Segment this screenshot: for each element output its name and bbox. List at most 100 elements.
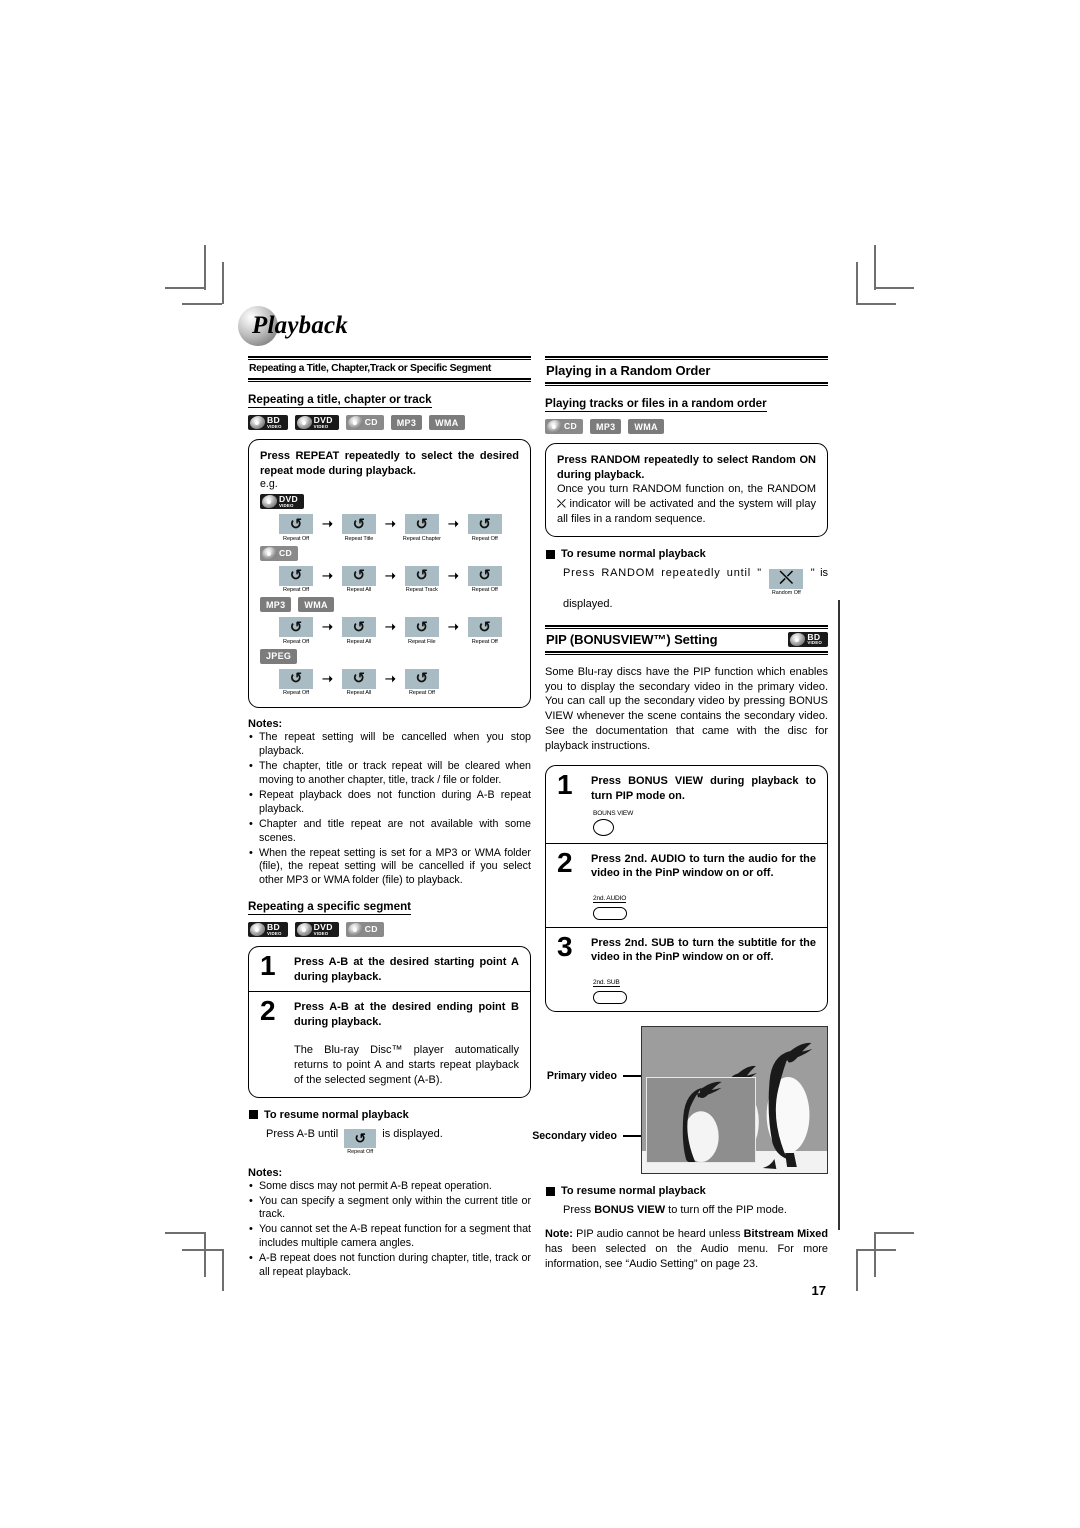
- page-number: 17: [811, 1282, 826, 1298]
- section-rule-bottom: [545, 382, 828, 386]
- repeat-icon: ↺: [341, 514, 376, 535]
- resume-heading-text: To resume normal playback: [561, 1185, 706, 1198]
- disc-badges-repeat: BD VIDEO DVD VIDEO CD MP3 WMA: [248, 415, 531, 430]
- badge-bd: BD VIDEO: [788, 631, 828, 647]
- primary-video-text: Primary video: [546, 1070, 617, 1083]
- step-3: 3 Press 2nd. SUB to turn the subtitle fo…: [546, 926, 827, 1011]
- repeat-icon: ↺: [279, 617, 313, 638]
- figure-labels: Primary video Secondary video: [532, 1026, 641, 1174]
- crop-mark-br-h2: [856, 1249, 896, 1251]
- note-text-c: has been selected on the Audio menu. For…: [545, 1243, 828, 1271]
- random-body-text: Once you turn RANDOM function on, the RA…: [557, 482, 816, 527]
- flow-row: ↺ Repeat Off ➝ ↺ Repeat All ➝ ↺ Repeat File…: [274, 617, 519, 645]
- flow-label: Repeat All: [346, 690, 372, 697]
- flow-label: Repeat Off: [408, 690, 435, 697]
- crop-mark-tr-h: [874, 287, 914, 289]
- shuffle-glyph: ⤬: [769, 568, 804, 589]
- flow-item: ↺ Repeat Off: [400, 668, 444, 697]
- resume-normal-playback-heading: To resume normal playback: [249, 1109, 531, 1121]
- flow-label: Repeat Off: [283, 690, 309, 697]
- subheading-random-order: Playing tracks or files in a random orde…: [545, 397, 767, 412]
- flow-item: ↺ Repeat Off: [274, 565, 318, 593]
- disc-badges-random: CD MP3 WMA: [545, 419, 828, 434]
- key-button-shape[interactable]: [593, 818, 614, 836]
- flow-row: ↺ Repeat Off ➝ ↺ Repeat All ➝ ↺ Repeat Trac…: [274, 565, 519, 594]
- flow-item: ↺ Repeat All: [337, 617, 381, 645]
- flow-item: ↺ Repeat All: [337, 565, 381, 594]
- disc-icon: [546, 420, 563, 433]
- crop-mark-tl-v: [204, 245, 206, 290]
- arrow-icon: ➝: [322, 619, 333, 635]
- flow-group-dvd: DVD VIDEO ↺ Repeat Off ➝ ↺ Repeat Title ➝ ↺…: [260, 494, 519, 542]
- square-bullet-icon: [546, 549, 555, 559]
- repeat-instruction-box: Press REPEAT repeatedly to select the de…: [248, 439, 531, 709]
- disc-icon: [261, 546, 278, 560]
- step-number: 1: [557, 769, 573, 801]
- step-text: Press 2nd. AUDIO to turn the audio for t…: [591, 852, 816, 880]
- disc-icon: [295, 923, 313, 937]
- key-button-shape[interactable]: [593, 906, 627, 920]
- disc-icon: [295, 416, 313, 429]
- resume-instruction-random: Press RANDOM repeatedly until " ⤬ Random…: [545, 566, 828, 612]
- note-item: A-B repeat does not function during chap…: [248, 1251, 531, 1280]
- document-page: Playback Repeating a Title, Chapter,Trac…: [0, 0, 1080, 1528]
- badge-dvd: DVD VIDEO: [294, 922, 339, 938]
- pip-figure: Primary video Secondary video: [532, 1026, 828, 1175]
- trim-line-right: [838, 600, 840, 1230]
- badge-cd: CD: [260, 545, 299, 561]
- flow-row: ↺ Repeat Off ➝ ↺ Repeat Title ➝ ↺ Repeat Ch…: [274, 514, 519, 542]
- badge-dvd: DVD VIDEO: [260, 494, 305, 510]
- badge-mp3: MP3: [590, 419, 622, 434]
- arrow-icon: ➝: [384, 619, 396, 635]
- step-number: 1: [260, 950, 276, 982]
- flow-group-jpeg: JPEG ↺ Repeat Off ➝ ↺ Repeat All ➝ ↺ Repeat…: [260, 648, 519, 697]
- notes-label: Notes:: [248, 718, 283, 731]
- step-text: Press BONUS VIEW during playback to turn…: [591, 775, 816, 802]
- primary-video-label: Primary video: [547, 1070, 641, 1082]
- crop-mark-br-v2: [856, 1249, 858, 1291]
- flow-item: ↺ Repeat Title: [337, 514, 381, 542]
- step-1: 1 Press BONUS VIEW during playback to tu…: [546, 766, 827, 842]
- pip-intro-text: Some Blu-ray discs have the PIP function…: [545, 665, 828, 753]
- repeat-icon: ↺: [467, 565, 502, 586]
- badge-cd: CD: [345, 922, 384, 938]
- badge-mp3: MP3: [390, 415, 423, 430]
- note-label: Note:: [545, 1228, 573, 1241]
- repeat-icon-label: Repeat Off: [347, 1149, 374, 1156]
- flow-label: Repeat All: [346, 587, 372, 594]
- steps-ab-repeat: 1 Press A-B at the desired starting poin…: [248, 946, 531, 1098]
- crop-mark-bl-h2: [182, 1249, 222, 1251]
- disc-icon: [347, 416, 364, 429]
- flow-group-mp3-wma: MP3 WMA ↺ Repeat Off ➝ ↺ Repeat All ➝ ↺ Rep…: [260, 597, 519, 645]
- crop-mark-tl-h2: [182, 303, 222, 305]
- flow-item: ↺ Repeat Off: [274, 668, 318, 697]
- remote-key-2nd-sub[interactable]: 2nd. SUB: [591, 971, 816, 1005]
- key-button-shape[interactable]: [593, 991, 627, 1005]
- crop-mark-br-h: [874, 1232, 914, 1234]
- resume-pre-text: Press RANDOM repeatedly until ": [563, 567, 762, 580]
- secondary-video-label: Secondary video: [532, 1130, 641, 1142]
- flow-label: Repeat Off: [471, 535, 498, 542]
- chapter-title-text: Playback: [252, 312, 349, 339]
- leader-line: [623, 1135, 641, 1137]
- flow-label: Repeat Off: [283, 535, 309, 542]
- remote-key-2nd-audio[interactable]: 2nd. AUDIO: [591, 887, 816, 920]
- steps-pip: 1 Press BONUS VIEW during playback to tu…: [545, 765, 828, 1013]
- chapter-title: Playback: [238, 300, 828, 350]
- page-content: Playback Repeating a Title, Chapter,Trac…: [238, 300, 828, 1298]
- penguin-illustration: [641, 1026, 828, 1175]
- arrow-icon: ➝: [384, 567, 396, 583]
- left-column: Repeating a Title, Chapter,Track or Spec…: [248, 356, 531, 1298]
- resume-post-text: to turn off the PIP mode.: [665, 1204, 787, 1217]
- arrow-icon: ➝: [447, 516, 459, 532]
- crop-mark-tr-v2: [856, 262, 858, 304]
- repeat-icon: ↺: [404, 514, 439, 535]
- flow-row: ↺ Repeat Off ➝ ↺ Repeat All ➝ ↺ Repeat Off: [274, 668, 519, 697]
- remote-key-bonus-view[interactable]: BOUNS VIEW: [591, 810, 816, 836]
- step-2: 2 Press 2nd. AUDIO to turn the audio for…: [546, 842, 827, 927]
- notes-list-repeat: The repeat setting will be cancelled whe…: [248, 730, 531, 888]
- note-item: The repeat setting will be cancelled whe…: [248, 730, 531, 759]
- repeat-icon: ↺: [404, 617, 439, 638]
- step-2-continuation: The Blu-ray Disc™ player automatically r…: [294, 1043, 519, 1086]
- pip-note: Note: PIP audio cannot be heard unless B…: [545, 1227, 828, 1271]
